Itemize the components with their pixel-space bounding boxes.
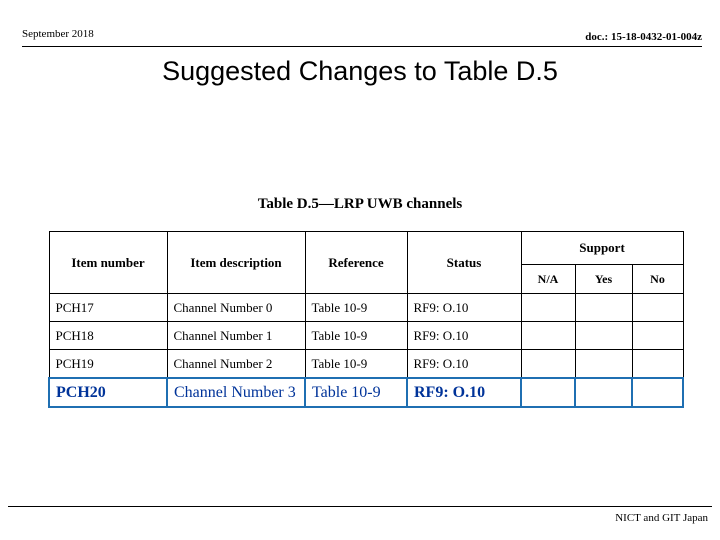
header-doc-number: doc.: 15-18-0432-01-004z bbox=[585, 31, 702, 43]
cell-item-number: PCH20 bbox=[48, 377, 168, 408]
column-header-support: Support bbox=[520, 231, 684, 265]
table-header-row: Item number Item description Reference S… bbox=[48, 231, 684, 294]
slide-header: September 2018 doc.: 15-18-0432-01-004z bbox=[22, 28, 702, 46]
cell-support-na bbox=[520, 293, 576, 322]
table-row: PCH17 Channel Number 0 Table 10-9 RF9: O… bbox=[48, 293, 684, 322]
cell-reference: Table 10-9 bbox=[304, 377, 408, 408]
lrp-uwb-channels-table: Item number Item description Reference S… bbox=[48, 231, 685, 408]
cell-support-yes bbox=[574, 321, 633, 350]
header-date: September 2018 bbox=[22, 28, 94, 40]
header-divider bbox=[22, 46, 702, 47]
cell-status: RF9: O.10 bbox=[406, 321, 522, 350]
table-row: PCH18 Channel Number 1 Table 10-9 RF9: O… bbox=[48, 321, 684, 350]
cell-item-description: Channel Number 2 bbox=[166, 349, 306, 379]
cell-status: RF9: O.10 bbox=[406, 293, 522, 322]
cell-support-na bbox=[520, 321, 576, 350]
table-caption: Table D.5—LRP UWB channels bbox=[257, 196, 463, 212]
cell-item-number: PCH17 bbox=[48, 293, 168, 322]
cell-item-number: PCH18 bbox=[48, 321, 168, 350]
column-header-item-description: Item description bbox=[166, 231, 306, 294]
cell-support-yes bbox=[574, 377, 633, 408]
table-container: Item number Item description Reference S… bbox=[48, 231, 685, 408]
cell-support-na bbox=[520, 377, 576, 408]
cell-item-description: Channel Number 0 bbox=[166, 293, 306, 322]
cell-reference: Table 10-9 bbox=[304, 321, 408, 350]
cell-support-yes bbox=[574, 349, 633, 379]
cell-support-no bbox=[630, 377, 685, 408]
column-header-support-na: N/A bbox=[520, 264, 576, 294]
table-row-highlighted: PCH20 Channel Number 3 Table 10-9 RF9: O… bbox=[48, 377, 685, 408]
cell-status: RF9: O.10 bbox=[406, 349, 522, 379]
cell-support-yes bbox=[574, 293, 633, 322]
table-row: PCH19 Channel Number 2 Table 10-9 RF9: O… bbox=[48, 349, 684, 379]
cell-status: RF9: O.10 bbox=[406, 377, 522, 408]
cell-reference: Table 10-9 bbox=[304, 293, 408, 322]
cell-support-na bbox=[520, 349, 576, 379]
column-header-reference: Reference bbox=[304, 231, 408, 294]
column-header-support-no: No bbox=[631, 264, 684, 294]
cell-reference: Table 10-9 bbox=[304, 349, 408, 379]
cell-support-no bbox=[631, 349, 684, 379]
cell-item-description: Channel Number 1 bbox=[166, 321, 306, 350]
column-header-support-yes: Yes bbox=[574, 264, 633, 294]
page-title: Suggested Changes to Table D.5 bbox=[162, 56, 558, 86]
footer-divider bbox=[8, 506, 712, 507]
cell-item-description: Channel Number 3 bbox=[166, 377, 306, 408]
column-header-status: Status bbox=[406, 231, 522, 294]
cell-support-no bbox=[631, 293, 684, 322]
column-header-item-number: Item number bbox=[48, 231, 168, 294]
cell-support-no bbox=[631, 321, 684, 350]
cell-item-number: PCH19 bbox=[48, 349, 168, 379]
footer-attribution: NICT and GIT Japan bbox=[615, 512, 708, 524]
